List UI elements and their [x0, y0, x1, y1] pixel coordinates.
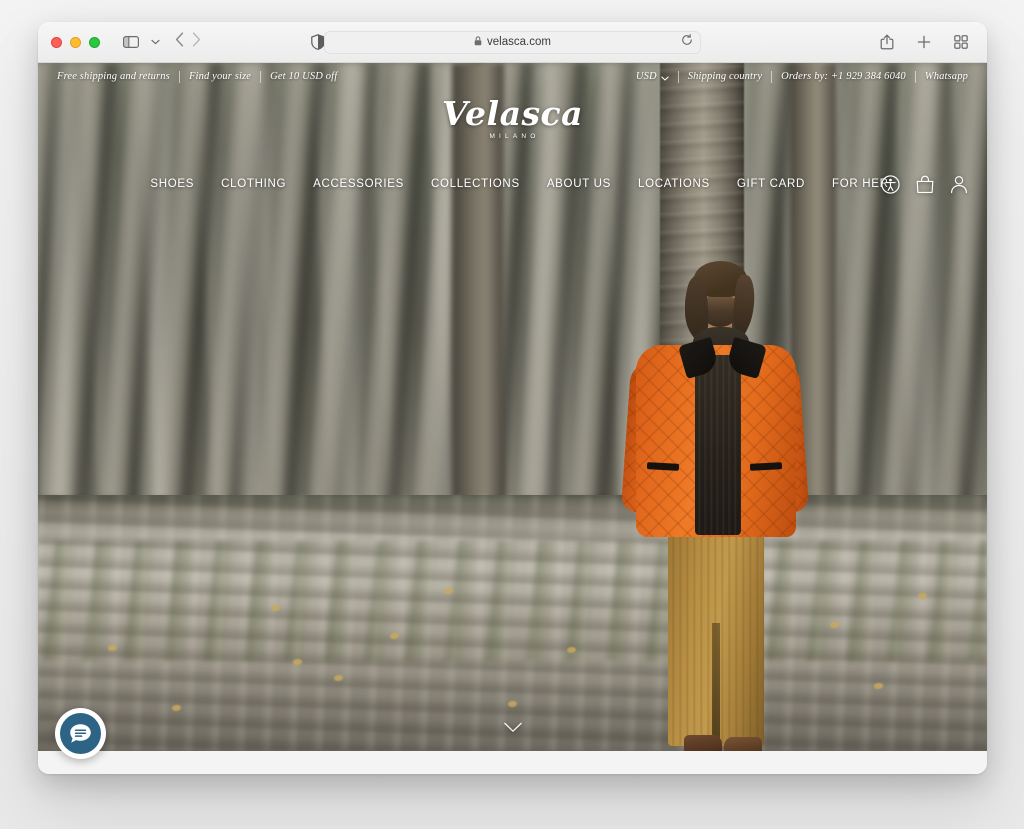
announcement-bar: Free shipping and returns Find your size…: [38, 63, 987, 90]
nav-item-collections[interactable]: COLLECTIONS: [431, 178, 520, 190]
announcement-get-10-usd-off[interactable]: Get 10 USD off: [261, 71, 346, 82]
window-controls: [51, 36, 100, 48]
nav-item-clothing[interactable]: CLOTHING: [221, 178, 286, 190]
url-text: velasca.com: [487, 36, 551, 48]
accessibility-icon[interactable]: [881, 174, 900, 194]
page-viewport: Free shipping and returns Find your size…: [38, 63, 987, 774]
sidebar-toggle-icon[interactable]: [118, 30, 144, 54]
model-shoe-left: [684, 735, 722, 751]
currency-selector[interactable]: USD: [636, 68, 678, 86]
chevron-down-icon: [661, 68, 669, 86]
model-jacket-opening: [695, 355, 741, 535]
currency-label: USD: [635, 71, 657, 82]
model-shoe-right: [724, 737, 762, 751]
nav-links: SHOES CLOTHING ACCESSORIES COLLECTIONS A…: [136, 178, 888, 190]
scroll-down-cue[interactable]: [503, 722, 522, 733]
forward-arrow-icon[interactable]: [192, 32, 201, 52]
model-knit-texture: [695, 355, 741, 535]
announcement-find-your-size[interactable]: Find your size: [180, 71, 260, 82]
orders-phone-link[interactable]: Orders by: +1 929 384 6040: [772, 71, 915, 82]
nav-item-locations[interactable]: LOCATIONS: [638, 178, 710, 190]
logo-subtitle: MILANO: [489, 133, 540, 140]
hero-image: Free shipping and returns Find your size…: [38, 63, 987, 751]
nav-item-shoes[interactable]: SHOES: [150, 178, 194, 190]
chat-bubble-icon: [60, 713, 101, 754]
main-navigation: SHOES CLOTHING ACCESSORIES COLLECTIONS A…: [38, 169, 987, 199]
page-below-fold: [38, 751, 987, 774]
announcement-right-group: USD Shipping country Orders by: +1 929 3…: [636, 68, 968, 86]
announcement-left-group: Free shipping and returns Find your size…: [57, 70, 346, 83]
whatsapp-link[interactable]: Whatsapp: [916, 71, 968, 82]
address-bar[interactable]: velasca.com: [324, 30, 701, 54]
shipping-country-link[interactable]: Shipping country: [679, 71, 771, 82]
nav-item-gift-card[interactable]: GIFT CARD: [737, 178, 805, 190]
reload-icon[interactable]: [681, 33, 693, 51]
share-icon[interactable]: [874, 30, 900, 54]
nav-icon-group: [881, 174, 968, 194]
minimize-window-button[interactable]: [70, 36, 81, 48]
model-leg-separation: [712, 623, 720, 748]
site-logo[interactable]: Velasca MILANO: [38, 97, 987, 140]
maximize-window-button[interactable]: [89, 36, 100, 48]
sidebar-chevron-down-icon[interactable]: [147, 30, 163, 54]
chat-launcher-button[interactable]: [55, 708, 106, 759]
announcement-free-shipping[interactable]: Free shipping and returns: [57, 71, 179, 82]
model-figure: [38, 63, 987, 751]
browser-toolbar: velasca.com: [38, 22, 987, 63]
shopping-bag-icon[interactable]: [916, 175, 934, 194]
toolbar-right-actions: [874, 30, 974, 54]
account-icon[interactable]: [950, 175, 968, 194]
logo-wordmark: Velasca: [441, 94, 584, 133]
back-arrow-icon[interactable]: [175, 32, 184, 52]
lock-icon: [474, 35, 482, 49]
tab-overview-icon[interactable]: [948, 30, 974, 54]
close-window-button[interactable]: [51, 36, 62, 48]
navigation-arrows: [175, 32, 201, 52]
sidebar-controls: [118, 30, 163, 54]
nav-item-accessories[interactable]: ACCESSORIES: [313, 178, 404, 190]
plus-icon[interactable]: [911, 30, 937, 54]
nav-item-about-us[interactable]: ABOUT US: [547, 178, 611, 190]
browser-window: velasca.com Free shipping and returns Fi…: [38, 22, 987, 774]
